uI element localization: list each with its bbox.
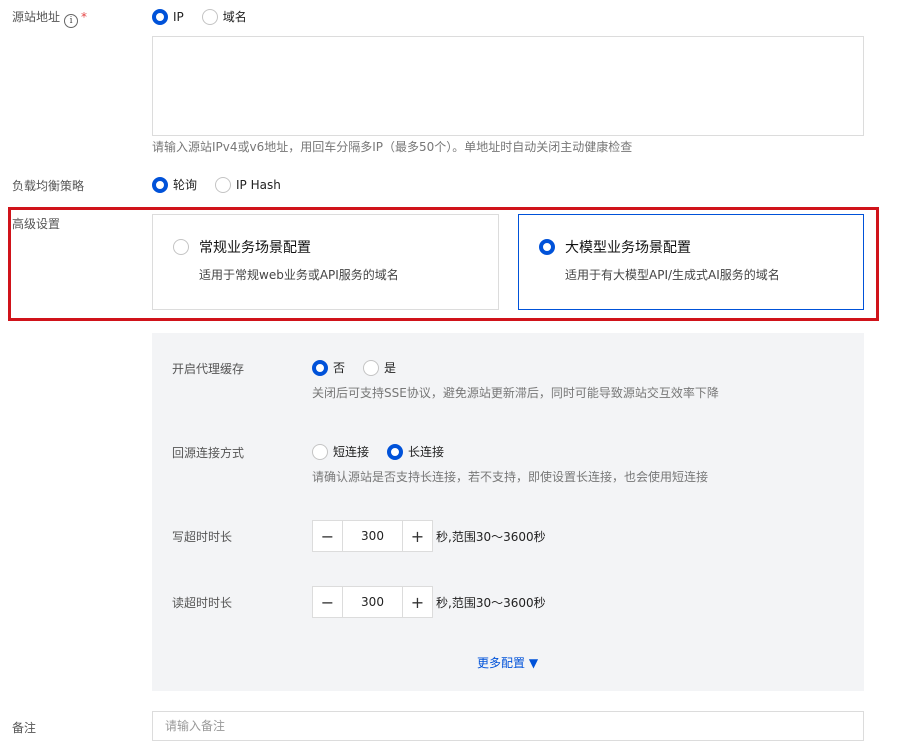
read-timeout-label: 读超时时长 (172, 596, 233, 610)
radio-checked-icon (152, 8, 168, 25)
remark-input[interactable] (152, 711, 864, 741)
read-timeout-unit: 秒,范围30～3600秒 (436, 596, 546, 610)
proxy-cache-no-radio[interactable]: 否 (312, 359, 345, 376)
radio-unchecked-icon (363, 359, 380, 376)
more-config-link[interactable]: 更多配置 ▼ (477, 654, 538, 671)
remark-label: 备注 (12, 721, 37, 735)
required-mark: * (81, 10, 88, 24)
proxy-cache-hint: 关闭后可支持SSE协议，避免源站更新滞后，同时可能导致源站交互效率下降 (312, 386, 719, 400)
radio-checked-icon (152, 176, 168, 193)
origin-label: 源站地址 (12, 10, 61, 24)
write-timeout-unit: 秒,范围30～3600秒 (436, 530, 546, 544)
radio-checked-icon (387, 443, 404, 460)
radio-unchecked-icon (312, 443, 328, 460)
origin-address-hint: 请输入源站IPv4或v6地址，用回车分隔多IP（最多50个）。单地址时自动关闭主… (152, 140, 633, 154)
origin-address-textarea[interactable] (152, 36, 864, 136)
read-timeout-stepper: − 300 + (312, 586, 433, 618)
read-timeout-input[interactable]: 300 (343, 587, 402, 617)
load-balance-round-robin-radio[interactable]: 轮询 (152, 176, 197, 193)
load-balance-label: 负载均衡策略 (12, 179, 85, 193)
short-connection-radio[interactable]: 短连接 (312, 443, 369, 460)
write-timeout-increment-button[interactable]: + (402, 521, 432, 551)
info-icon[interactable]: i (64, 14, 79, 28)
proxy-cache-yes-radio[interactable]: 是 (363, 359, 396, 376)
origin-connection-label: 回源连接方式 (172, 446, 245, 460)
write-timeout-input[interactable]: 300 (343, 521, 402, 551)
radio-checked-icon (312, 359, 328, 376)
load-balance-ip-hash-radio[interactable]: IP Hash (215, 176, 281, 193)
write-timeout-stepper: − 300 + (312, 520, 433, 552)
write-timeout-decrement-button[interactable]: − (313, 521, 343, 551)
origin-label-row: 源站地址 i * (12, 8, 87, 28)
origin-connection-radio-group: 短连接 长连接 (312, 443, 462, 460)
radio-unchecked-icon (201, 8, 218, 25)
origin-type-radio-group: IP 域名 (152, 8, 265, 25)
read-timeout-decrement-button[interactable]: − (313, 587, 343, 617)
advanced-config-panel: 开启代理缓存 否 是 关闭后可支持SSE协议，避免源站更新滞后，同时可能导致源站… (152, 333, 864, 691)
origin-type-ip-radio[interactable]: IP (152, 8, 184, 25)
radio-unchecked-icon (215, 176, 232, 193)
proxy-cache-label: 开启代理缓存 (172, 362, 245, 376)
annotation-highlight-box (8, 207, 879, 321)
long-connection-radio[interactable]: 长连接 (387, 443, 444, 460)
read-timeout-increment-button[interactable]: + (402, 587, 432, 617)
write-timeout-label: 写超时时长 (172, 530, 233, 544)
origin-type-domain-radio[interactable]: 域名 (201, 8, 247, 25)
origin-connection-hint: 请确认源站是否支持长连接，若不支持，即使设置长连接，也会使用短连接 (312, 470, 709, 484)
load-balance-radio-group: 轮询 IP Hash (152, 176, 299, 193)
proxy-cache-radio-group: 否 是 (312, 359, 414, 376)
